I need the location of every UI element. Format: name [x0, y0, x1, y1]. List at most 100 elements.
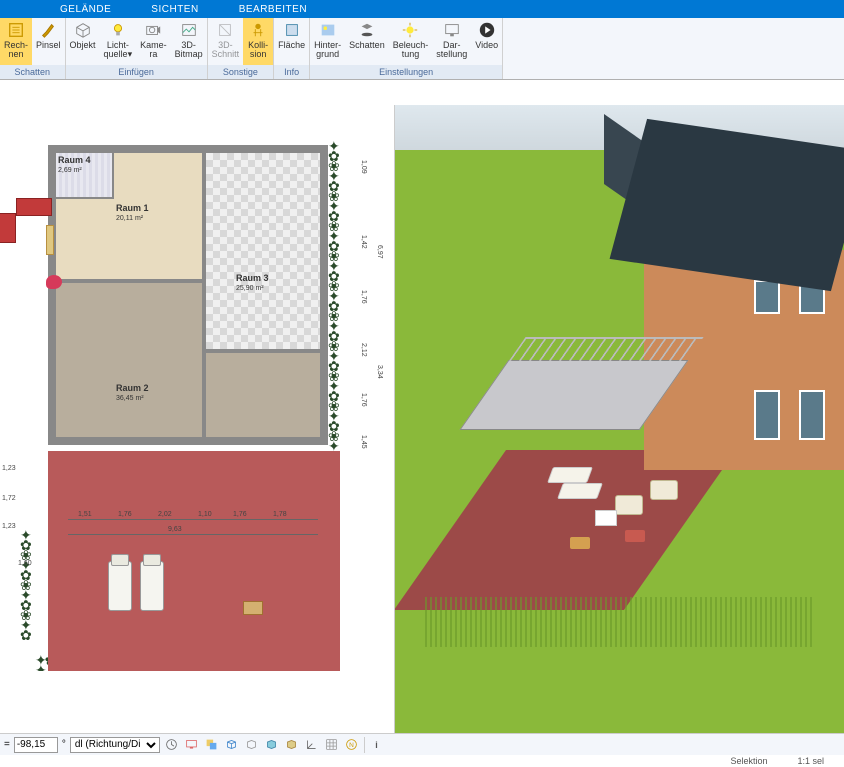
kollision-button[interactable]: Kolli- sion [243, 18, 273, 65]
direction-select[interactable]: dl (Richtung/Di [70, 737, 160, 753]
equals-label: = [4, 739, 10, 750]
button-label: Objekt [70, 41, 96, 50]
room-3[interactable]: Raum 3 25,90 m² [204, 151, 322, 351]
sofa-icon[interactable] [0, 213, 16, 243]
dim-label: 1,76 [233, 511, 247, 518]
section-icon [215, 20, 235, 40]
dim-label: 1,23 [2, 465, 16, 472]
lighting-icon [400, 20, 420, 40]
dim-line [68, 534, 318, 535]
dim-label: 9,63 [168, 526, 182, 533]
beanbag-icon[interactable] [46, 275, 62, 289]
beleuchtung-button[interactable]: Beleuch- tung [389, 18, 433, 65]
video-icon [477, 20, 497, 40]
status-bar: Selektion 1:1 sel [0, 755, 844, 767]
dim-label: 1,51 [78, 511, 92, 518]
cube-icon[interactable] [224, 737, 240, 753]
wireframe-icon[interactable] [244, 737, 260, 753]
schatten-settings-button[interactable]: Schatten [345, 18, 389, 65]
objekt-button[interactable]: Objekt [66, 18, 100, 65]
chair-3d-icon[interactable] [650, 480, 678, 500]
history-icon[interactable] [164, 737, 180, 753]
room-2[interactable]: Raum 2 36,45 m² [54, 281, 204, 439]
display-icon [442, 20, 462, 40]
dim-label: 1,10 [198, 511, 212, 518]
group-label: Info [274, 65, 309, 79]
dim-label: 1,45 [360, 435, 367, 449]
plan-outer: Raum 1 20,11 m² Raum 4 2,69 m² Raum 3 25… [30, 135, 350, 665]
floorplan-view[interactable]: ✦✿❀✦✿❀✦✿❀✦✿❀✦✿❀✦✿❀✦✿❀✦✿❀✦✿❀✦✿❀✦✿❀✦✿❀✦✿ ✦… [0, 105, 395, 737]
menu-bearbeiten[interactable]: BEARBEITEN [239, 4, 307, 15]
dim-label: 1,76 [118, 511, 132, 518]
group-label: Schatten [0, 65, 65, 79]
group-label: Einstellungen [310, 65, 502, 79]
lounger-3d-icon[interactable] [547, 467, 593, 483]
schnitt3d-button[interactable]: 3D- Schnitt [208, 18, 244, 65]
background-icon [318, 20, 338, 40]
workspace: ✦✿❀✦✿❀✦✿❀✦✿❀✦✿❀✦✿❀✦✿❀✦✿❀✦✿❀✦✿❀✦✿❀✦✿❀✦✿ ✦… [0, 105, 844, 737]
button-label: 3D- Schnitt [212, 41, 240, 59]
table-icon[interactable] [243, 601, 263, 615]
chair-3d-icon[interactable] [615, 495, 643, 515]
hintergrund-button[interactable]: Hinter- grund [310, 18, 345, 65]
solid-icon[interactable] [264, 737, 280, 753]
menu-bar: GELÄNDE SICHTEN BEARBEITEN [0, 0, 844, 18]
menu-sichten[interactable]: SICHTEN [151, 4, 198, 15]
info-icon[interactable]: i [369, 737, 385, 753]
calculate-icon [6, 20, 26, 40]
layers-icon[interactable] [204, 737, 220, 753]
button-label: Licht- quelle▾ [104, 41, 133, 59]
lounger-3d-icon[interactable] [557, 483, 603, 499]
window-icon [754, 390, 780, 440]
room-4[interactable]: Raum 4 2,69 m² [54, 151, 114, 199]
dim-label: 1,76 [360, 290, 367, 304]
collision-icon [248, 20, 268, 40]
dim-label: 3,34 [376, 365, 383, 379]
dim-label: 1,09 [360, 160, 367, 174]
video-button[interactable]: Video [471, 18, 502, 65]
camera-icon [143, 20, 163, 40]
screen-icon[interactable] [184, 737, 200, 753]
button-label: Kame- ra [140, 41, 167, 59]
ribbon-group-schatten: Rech- nen Pinsel Schatten [0, 18, 66, 79]
table-3d-icon[interactable] [595, 510, 617, 526]
kamera-button[interactable]: Kame- ra [136, 18, 171, 65]
ottoman-3d-icon[interactable] [570, 537, 590, 549]
dim-label: 6,97 [376, 245, 383, 259]
ottoman-3d-icon[interactable] [625, 530, 645, 542]
pinsel-button[interactable]: Pinsel [32, 18, 65, 65]
flaeche-button[interactable]: Fläche [274, 18, 309, 65]
area-icon [282, 20, 302, 40]
room-lower[interactable] [204, 351, 322, 439]
house-outline: Raum 1 20,11 m² Raum 4 2,69 m² Raum 3 25… [48, 145, 328, 445]
house-3d [594, 135, 844, 475]
shelf-icon[interactable] [46, 225, 54, 255]
room-area: 2,69 m² [58, 167, 82, 174]
dim-label: 2,12 [360, 343, 367, 357]
bitmap3d-button[interactable]: 3D- Bitmap [171, 18, 207, 65]
lounger-icon[interactable] [140, 561, 164, 611]
3d-view[interactable] [395, 105, 844, 737]
object-icon [73, 20, 93, 40]
terrace-2d[interactable]: 1,51 1,76 2,02 1,10 1,76 1,78 9,63 [48, 451, 340, 671]
railing-icon [509, 337, 704, 361]
svg-text:i: i [376, 740, 378, 750]
ribbon-group-einstellungen: Hinter- grund Schatten Beleuch- tung Dar… [310, 18, 503, 79]
north-icon[interactable]: N [344, 737, 360, 753]
lichtquelle-button[interactable]: Licht- quelle▾ [100, 18, 137, 65]
ribbon: Rech- nen Pinsel Schatten Objekt Licht- … [0, 18, 844, 80]
ribbon-group-sonstige: 3D- Schnitt Kolli- sion Sonstige [208, 18, 275, 79]
sofa-icon[interactable] [16, 198, 52, 216]
grid-icon[interactable] [324, 737, 340, 753]
lounger-icon[interactable] [108, 561, 132, 611]
axes-icon[interactable] [304, 737, 320, 753]
window-icon [754, 280, 780, 314]
button-label: Fläche [278, 41, 305, 50]
group-label: Einfügen [66, 65, 207, 79]
angle-input[interactable] [14, 737, 58, 753]
button-label: Rech- nen [4, 41, 28, 59]
menu-gelaende[interactable]: GELÄNDE [60, 4, 111, 15]
texture-icon[interactable] [284, 737, 300, 753]
darstellung-button[interactable]: Dar- stellung [432, 18, 471, 65]
rechnen-button[interactable]: Rech- nen [0, 18, 32, 65]
